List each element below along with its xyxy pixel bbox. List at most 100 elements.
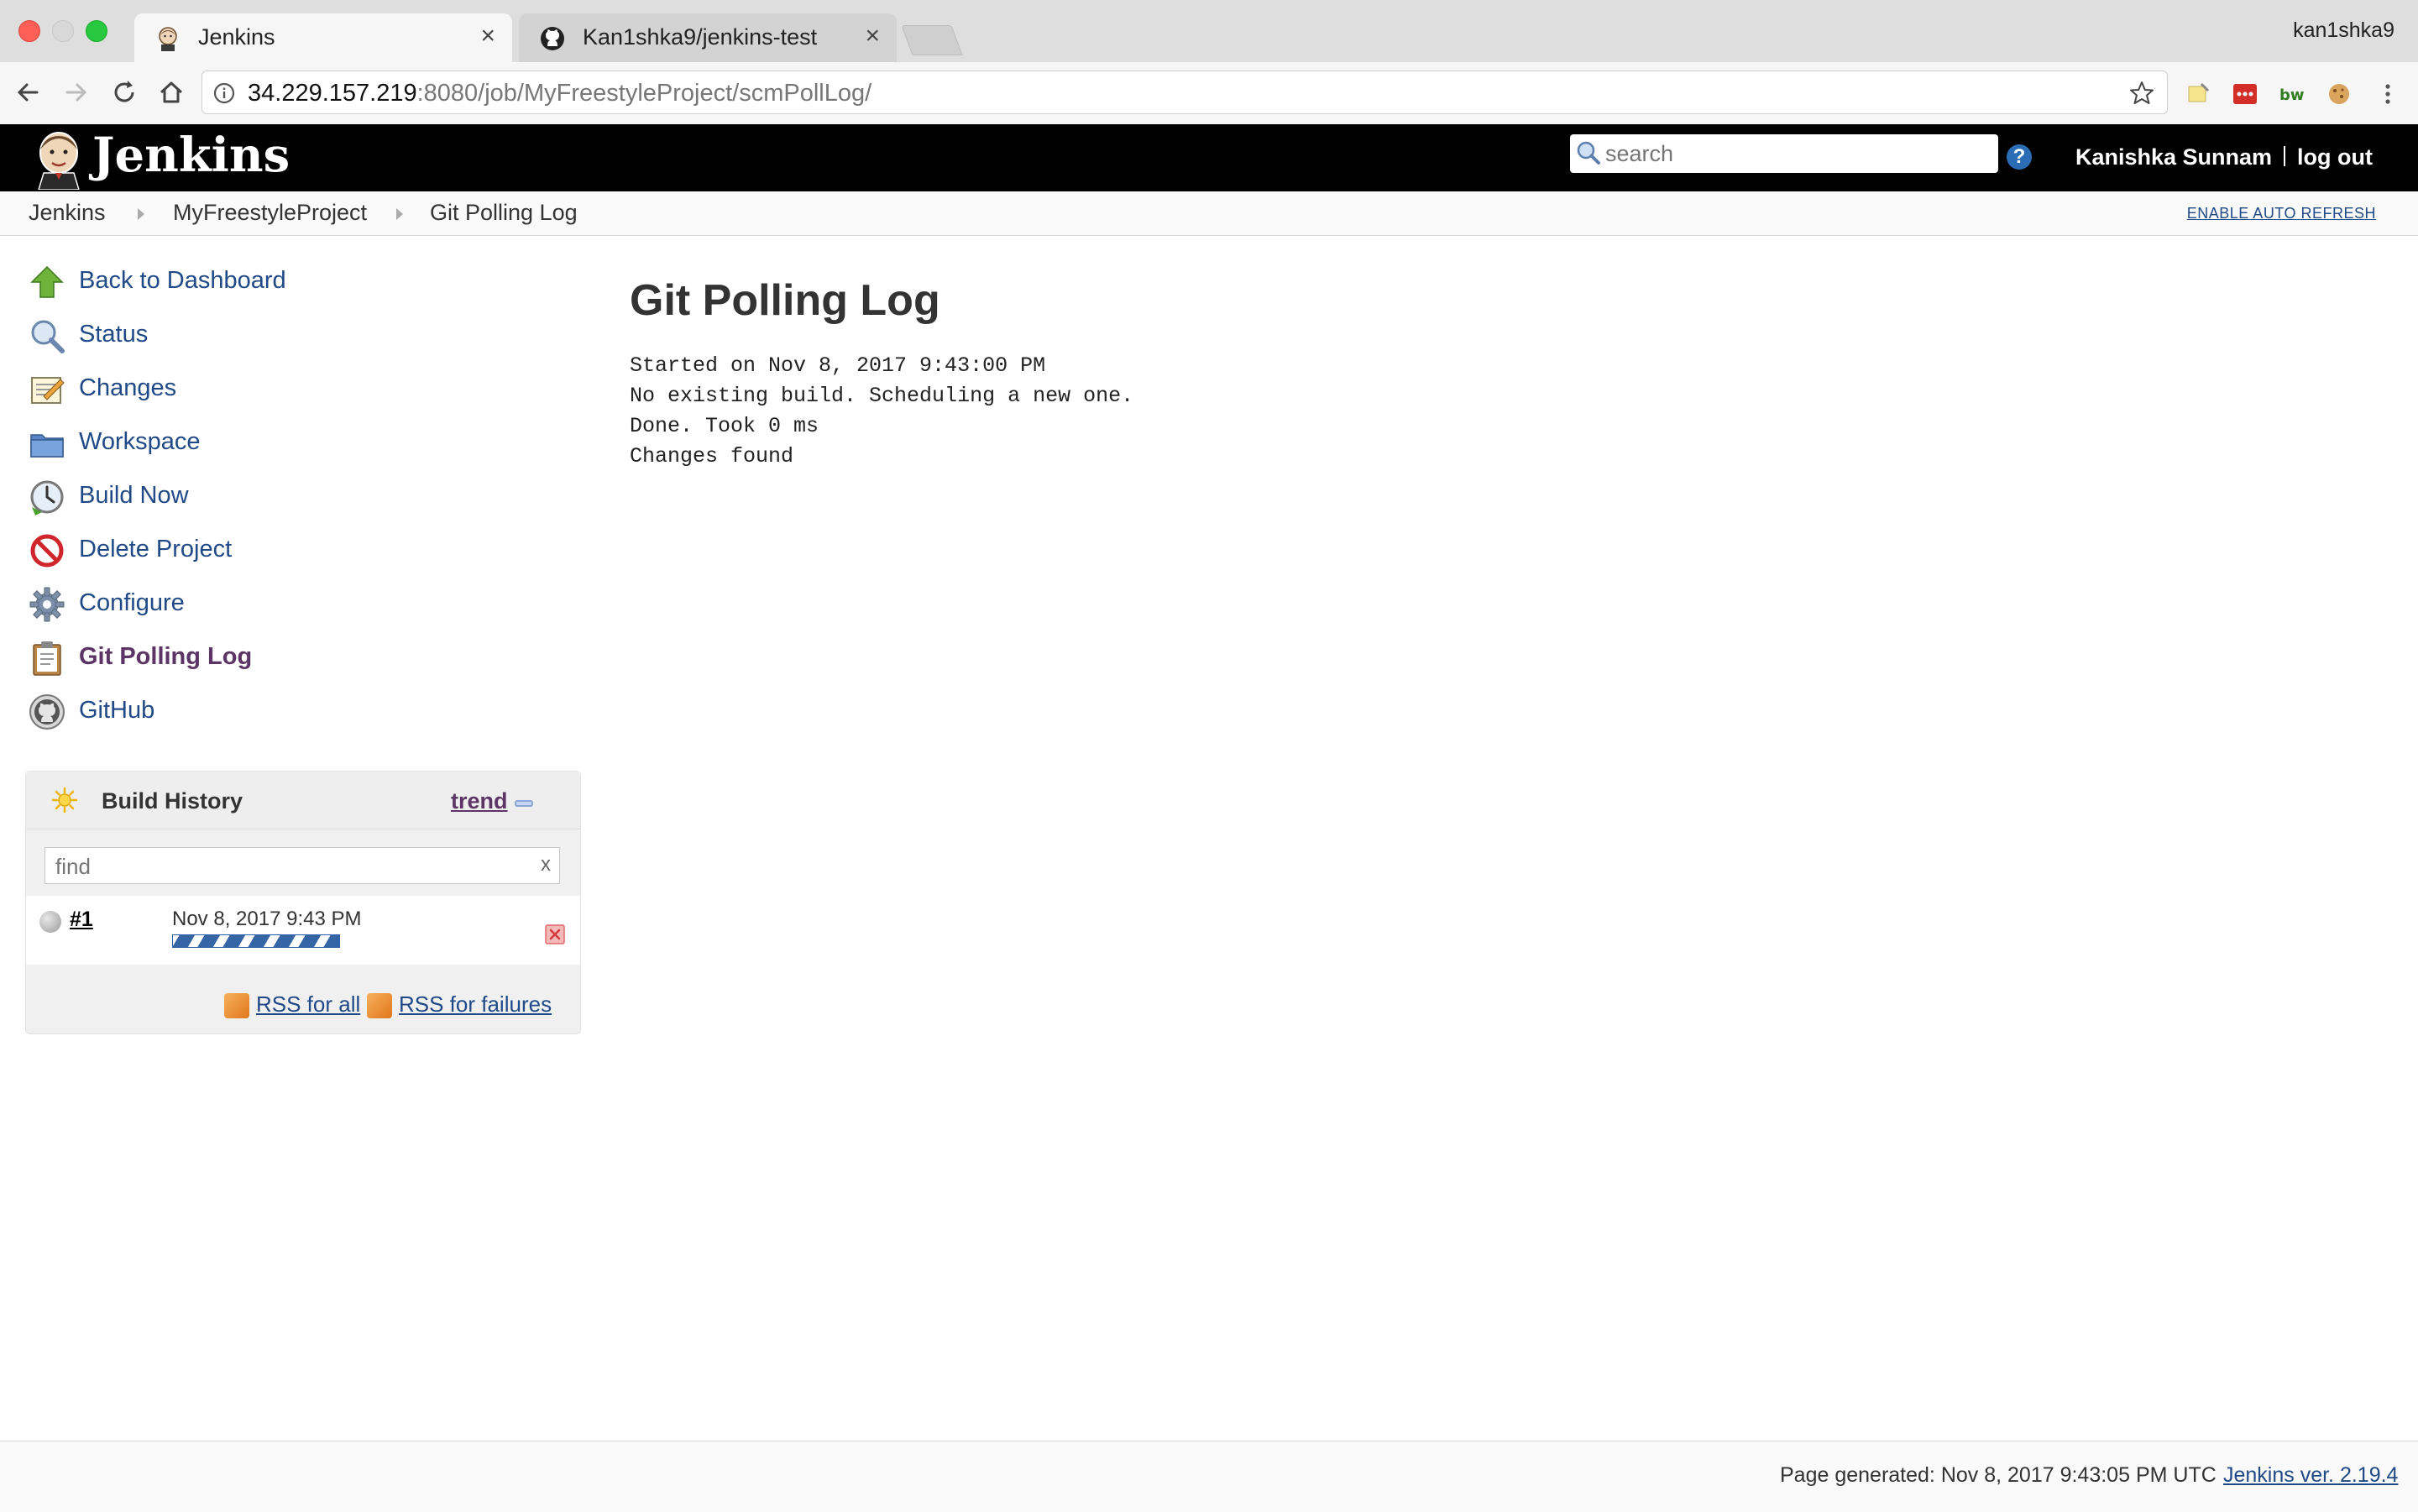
search-box [1570, 134, 1998, 173]
extension-cookie-icon[interactable] [2326, 81, 2353, 107]
svg-text:bw: bw [2279, 86, 2305, 104]
log-line: Done. Took 0 ms [630, 414, 819, 438]
up-arrow-icon [30, 265, 64, 298]
browser-profile-name[interactable]: kan1shka9 [2293, 18, 2394, 43]
new-tab-button[interactable] [901, 25, 963, 55]
build-history-title: Build History [102, 788, 243, 814]
url-text: 34.229.157.219:8080/job/MyFreestyleProje… [248, 80, 871, 107]
browser-tab-jenkins[interactable]: Jenkins × [134, 13, 512, 62]
gear-icon [29, 587, 65, 622]
sidebar-item-status[interactable]: Status [29, 314, 549, 356]
sidebar-item-label: Back to Dashboard [79, 267, 286, 294]
search-input[interactable] [1604, 138, 1989, 170]
sidebar-item-delete-project[interactable]: Delete Project [29, 529, 549, 571]
search-help-icon[interactable]: ? [2007, 144, 2032, 170]
back-arrow-icon[interactable] [12, 76, 45, 109]
sidebar-item-label: Status [79, 321, 149, 348]
url-host: 34.229.157.219 [248, 80, 417, 107]
folder-icon [30, 434, 64, 458]
trend-link[interactable]: trend [451, 788, 508, 814]
log-line: Changes found [630, 444, 794, 468]
rss-failures-link[interactable]: RSS for failures [399, 991, 552, 1018]
sidebar-item-workspace[interactable]: Workspace [29, 421, 549, 463]
build-filter-box: x [44, 847, 560, 884]
window-zoom-button[interactable] [86, 20, 107, 42]
info-icon[interactable] [212, 81, 236, 105]
build-filter-input[interactable] [54, 851, 527, 882]
breadcrumb-item-git-polling-log[interactable]: Git Polling Log [430, 200, 578, 226]
clipboard-icon [33, 641, 61, 676]
build-status-ball-icon [39, 911, 61, 933]
page-title: Git Polling Log [630, 276, 940, 325]
sidebar-item-git-polling-log[interactable]: Git Polling Log [29, 636, 549, 678]
jenkins-header: Jenkins ? Kanishka Sunnam log out [0, 124, 2418, 191]
sidebar-item-label: Changes [79, 374, 177, 401]
address-bar[interactable]: 34.229.157.219:8080/job/MyFreestyleProje… [202, 71, 2168, 114]
rss-feed-icon[interactable] [367, 993, 392, 1018]
user-name-link[interactable]: Kanishka Sunnam [2075, 144, 2272, 170]
sidebar-item-label: Git Polling Log [79, 643, 253, 670]
github-favicon-icon [541, 27, 564, 50]
no-entry-icon [30, 534, 64, 568]
breadcrumb-separator-icon[interactable] [138, 208, 144, 220]
sidebar-item-back-to-dashboard[interactable]: Back to Dashboard [29, 260, 549, 302]
stop-build-icon[interactable] [545, 924, 565, 944]
extension-lastpass-icon[interactable] [2232, 81, 2258, 107]
extension-notes-icon[interactable] [2185, 81, 2211, 107]
log-line: Started on Nov 8, 2017 9:43:00 PM [630, 353, 1046, 378]
build-history-header: Build History trend [26, 772, 580, 829]
tab-title: Jenkins [198, 24, 275, 50]
browser-tab-github[interactable]: Kan1shka9/jenkins-test × [519, 13, 897, 62]
github-icon [29, 694, 65, 730]
forward-arrow-icon[interactable] [59, 76, 92, 109]
tab-close-icon[interactable]: × [480, 22, 495, 50]
build-number-link[interactable]: #1 [70, 908, 93, 932]
sidebar-item-label: Delete Project [79, 536, 233, 562]
page-footer: Page generated: Nov 8, 2017 9:43:05 PM U… [0, 1441, 2418, 1512]
table-row: #1 Nov 8, 2017 9:43 PM [26, 896, 580, 965]
search-icon [1577, 141, 1600, 165]
sidebar-item-label: Build Now [79, 482, 189, 509]
reload-icon[interactable] [107, 76, 141, 109]
jenkins-favicon-icon [159, 27, 177, 51]
jenkins-butler-logo-icon[interactable] [30, 128, 87, 190]
sidebar-item-label: GitHub [79, 697, 155, 724]
build-progress-bar[interactable] [172, 934, 340, 948]
window-close-button[interactable] [18, 20, 40, 42]
page-generated-timestamp: Page generated: Nov 8, 2017 9:43:05 PM U… [1780, 1463, 2216, 1487]
rss-feed-icon[interactable] [224, 993, 249, 1018]
tab-close-icon[interactable]: × [865, 22, 880, 50]
url-path: :8080/job/MyFreestyleProject/scmPollLog/ [416, 80, 872, 107]
breadcrumb-separator-icon[interactable] [396, 208, 403, 220]
sidebar-item-changes[interactable]: Changes [29, 368, 549, 410]
magnifier-icon [31, 320, 65, 353]
jenkins-logo-text[interactable]: Jenkins [92, 128, 290, 183]
logout-link[interactable]: log out [2297, 144, 2373, 170]
browser-tab-bar: Jenkins × Kan1shka9/jenkins-test × kan1s… [0, 0, 2418, 62]
sun-weather-icon [51, 787, 78, 814]
browser-toolbar: 34.229.157.219:8080/job/MyFreestyleProje… [0, 62, 2418, 125]
breadcrumb-item-jenkins[interactable]: Jenkins [29, 200, 106, 226]
notepad-icon [31, 377, 65, 404]
polling-log-output: Started on Nov 8, 2017 9:43:00 PM No exi… [630, 351, 1133, 472]
extension-bw-icon[interactable]: bw [2279, 81, 2305, 107]
breadcrumb-item-project[interactable]: MyFreestyleProject [173, 200, 367, 226]
clear-filter-icon[interactable]: x [541, 853, 551, 876]
breadcrumb: Jenkins MyFreestyleProject Git Polling L… [0, 191, 2418, 236]
home-icon[interactable] [154, 76, 188, 109]
clock-icon [30, 480, 64, 515]
browser-menu-icon[interactable] [2374, 81, 2401, 107]
sidebar-item-github[interactable]: GitHub [29, 690, 549, 732]
bookmark-star-icon[interactable] [2128, 80, 2155, 107]
log-line: No existing build. Scheduling a new one. [630, 384, 1134, 408]
window-minimize-button[interactable] [52, 20, 74, 42]
collapse-icon[interactable] [515, 800, 533, 807]
enable-auto-refresh-link[interactable]: ENABLE AUTO REFRESH [2187, 205, 2376, 222]
sidebar-item-build-now[interactable]: Build Now [29, 475, 549, 517]
sidebar-item-label: Workspace [79, 428, 201, 455]
rss-all-link[interactable]: RSS for all [256, 991, 360, 1018]
sidebar-item-configure[interactable]: Configure [29, 583, 549, 625]
sidebar-item-label: Configure [79, 589, 185, 616]
build-date-link[interactable]: Nov 8, 2017 9:43 PM [172, 908, 361, 931]
jenkins-version-link[interactable]: Jenkins ver. 2.19.4 [2223, 1463, 2398, 1488]
